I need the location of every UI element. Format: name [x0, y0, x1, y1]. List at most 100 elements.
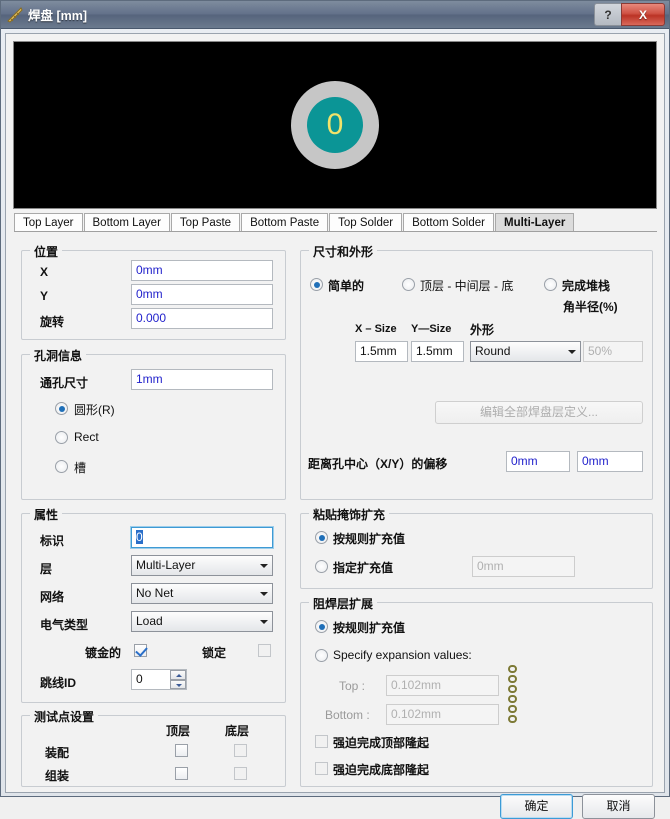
testpoint-group: 测试点设置 顶层 底层 装配 组装 [21, 708, 286, 787]
offset-x-input[interactable]: 0mm [506, 451, 570, 472]
offset-y-input[interactable]: 0mm [577, 451, 643, 472]
size-mode-simple-label: 简单的 [328, 279, 365, 293]
x-size-input[interactable]: 1.5mm [355, 341, 408, 362]
paste-mask-by-rule-radio[interactable] [315, 531, 328, 544]
hole-shape-rect-radio[interactable] [55, 431, 68, 444]
ok-button[interactable]: 确定 [500, 794, 573, 819]
tab-bottom-layer[interactable]: Bottom Layer [83, 213, 170, 231]
electrical-type-value: Load [136, 614, 163, 628]
size-mode-top-middle-bottom-label: 顶层 - 中间层 - 底层 [420, 279, 514, 293]
plated-checkbox[interactable] [134, 644, 147, 657]
hole-information-group-title: 孔洞信息 [30, 347, 87, 364]
y-label: Y [40, 289, 49, 303]
help-button[interactable]: ? [594, 3, 621, 26]
layer-label: 层 [40, 562, 53, 576]
pad-preview-designator: 0 [326, 108, 344, 141]
solder-mask-bottom-input[interactable]: 0.102mm [386, 704, 499, 725]
solder-mask-by-rule-label: 按规则扩充值 [333, 621, 406, 635]
edit-all-pad-layers-button[interactable]: 编辑全部焊盘层定义... [435, 401, 643, 424]
window-title: 焊盘 [mm] [28, 9, 88, 23]
designator-input[interactable]: 0 [130, 526, 274, 549]
jumper-id-label: 跳线ID [40, 676, 77, 690]
locked-checkbox[interactable] [258, 644, 271, 657]
testpoint-fab-top-checkbox[interactable] [175, 744, 188, 757]
location-group: 位置 X 0mm Y 0mm 旋转 0.000 [21, 243, 286, 340]
size-shape-group-title: 尺寸和外形 [309, 243, 378, 260]
rotation-input[interactable]: 0.000 [131, 308, 273, 329]
paste-mask-group-title: 粘贴掩饰扩充 [309, 506, 390, 523]
y-size-header: Y—Size [411, 323, 452, 335]
hole-shape-slot-radio[interactable] [55, 460, 68, 473]
hole-shape-round-radio[interactable] [55, 402, 68, 415]
title-bar: 焊盘 [mm] ? X [1, 1, 669, 29]
paste-mask-group: 粘贴掩饰扩充 按规则扩充值 指定扩充值 0mm [300, 506, 653, 589]
corner-radius-header: 角半径(%) [563, 300, 618, 314]
shape-combo[interactable]: Round [470, 341, 581, 362]
force-bottom-bump-checkbox[interactable] [315, 762, 328, 775]
paste-mask-specify-label: 指定扩充值 [333, 561, 394, 575]
paste-mask-expansion-input[interactable]: 0mm [472, 556, 575, 577]
layer-combo[interactable]: Multi-Layer [131, 555, 273, 576]
pad-properties-dialog: 焊盘 [mm] ? X 0 Top Layer Bottom Layer Top… [0, 0, 670, 819]
solder-mask-specify-radio[interactable] [315, 649, 328, 662]
y-size-input[interactable]: 1.5mm [411, 341, 464, 362]
x-input[interactable]: 0mm [131, 260, 273, 281]
pad-inner-hole: 0 [307, 97, 363, 153]
paste-mask-specify-radio[interactable] [315, 560, 328, 573]
properties-group: 属性 标识 0 层 Multi-Layer 网络 No Net 电气类型 Loa… [21, 506, 286, 703]
tab-bottom-paste[interactable]: Bottom Paste [241, 213, 329, 231]
y-input[interactable]: 0mm [131, 284, 273, 305]
testpoint-assembly-bottom-checkbox[interactable] [234, 767, 247, 780]
chevron-down-icon [260, 564, 268, 568]
jumper-id-stepper[interactable]: 0 [131, 669, 187, 690]
tab-top-solder[interactable]: Top Solder [329, 213, 403, 231]
hole-shape-slot-label: 槽 [74, 461, 87, 475]
chevron-down-icon [260, 620, 268, 624]
solder-mask-group-title: 阻焊层扩展 [309, 595, 378, 612]
electrical-type-label: 电气类型 [40, 618, 89, 632]
location-group-title: 位置 [30, 243, 63, 260]
rotation-label: 旋转 [40, 315, 65, 329]
cancel-button[interactable]: 取消 [582, 794, 655, 819]
solder-mask-group: 阻焊层扩展 按规则扩充值 Specify expansion values: T… [300, 595, 653, 787]
pad-outer-ring: 0 [291, 81, 379, 169]
chevron-down-icon [568, 350, 576, 354]
force-bottom-bump-label: 强迫完成底部隆起 [333, 763, 430, 777]
spin-down-button[interactable] [170, 679, 186, 689]
size-mode-simple-radio[interactable] [310, 278, 323, 291]
testpoint-group-title: 测试点设置 [30, 708, 99, 725]
net-label: 网络 [40, 590, 65, 604]
layer-value: Multi-Layer [136, 558, 196, 572]
close-button[interactable]: X [621, 3, 665, 26]
hole-size-input[interactable]: 1mm [131, 369, 273, 390]
hole-shape-round-label: 圆形(R) [74, 403, 115, 417]
paste-mask-by-rule-label: 按规则扩充值 [333, 532, 406, 546]
tab-bottom-solder[interactable]: Bottom Solder [403, 213, 494, 231]
force-top-bump-checkbox[interactable] [315, 735, 328, 748]
testpoint-fab-bottom-checkbox[interactable] [234, 744, 247, 757]
solder-mask-top-label: Top : [339, 679, 366, 693]
properties-group-title: 属性 [30, 506, 63, 523]
solder-mask-bottom-label: Bottom : [325, 708, 370, 722]
plated-label: 镀金的 [85, 646, 122, 660]
shape-value: Round [475, 344, 511, 358]
solder-mask-by-rule-radio[interactable] [315, 620, 328, 633]
dialog-client-area: 0 Top Layer Bottom Layer Top Paste Botto… [5, 33, 665, 819]
size-mode-full-stack-radio[interactable] [544, 278, 557, 291]
testpoint-assembly-top-checkbox[interactable] [175, 767, 188, 780]
tab-multi-layer[interactable]: Multi-Layer [494, 213, 575, 231]
link-chain-icon[interactable] [508, 665, 518, 723]
size-mode-top-middle-bottom-radio[interactable] [402, 278, 415, 291]
x-label: X [40, 265, 49, 279]
corner-radius-input[interactable]: 50% [583, 341, 643, 362]
testpoint-col-bottom: 底层 [225, 724, 250, 738]
shape-header: 外形 [470, 323, 495, 337]
net-combo[interactable]: No Net [131, 583, 273, 604]
tab-top-paste[interactable]: Top Paste [170, 213, 241, 231]
solder-mask-top-input[interactable]: 0.102mm [386, 675, 499, 696]
hole-size-label: 通孔尺寸 [40, 376, 89, 390]
electrical-type-combo[interactable]: Load [131, 611, 273, 632]
hole-center-offset-label: 距离孔中心（X/Y）的偏移 [308, 457, 448, 471]
tab-top-layer[interactable]: Top Layer [14, 213, 83, 231]
spin-up-button[interactable] [170, 670, 186, 680]
